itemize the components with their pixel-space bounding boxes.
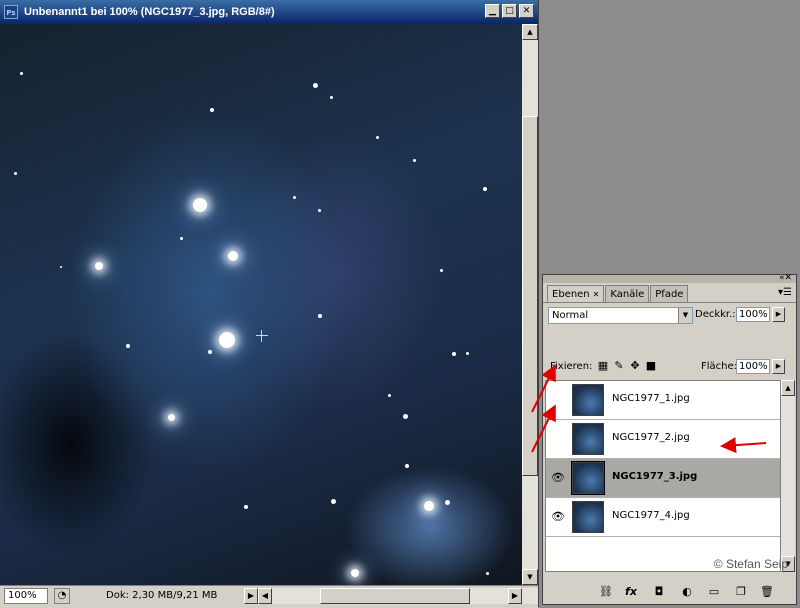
eye-icon[interactable]: 👁 [548, 469, 568, 487]
eye-icon[interactable]: 👁 [548, 508, 568, 526]
star [330, 96, 333, 99]
star [413, 159, 416, 162]
layer-thumbnail [572, 501, 604, 533]
star [293, 196, 296, 199]
minimize-button[interactable]: ▁ [485, 4, 500, 18]
document-size-info: Dok: 2,30 MB/9,21 MB [106, 590, 218, 601]
star [193, 198, 207, 212]
chevron-down-icon[interactable]: ▼ [678, 308, 692, 323]
tab-label: Ebenen [552, 289, 590, 300]
panel-grip[interactable]: «✕ [543, 273, 796, 283]
star [376, 136, 379, 139]
star [440, 269, 443, 272]
annotation-arrow [531, 404, 556, 453]
photoshop-icon: Ps [4, 5, 18, 19]
scroll-up-icon[interactable]: ▲ [522, 24, 538, 40]
blend-mode-select[interactable]: Normal ▼ [548, 307, 693, 324]
star [313, 83, 318, 88]
annotation-arrow [720, 437, 767, 454]
close-button[interactable]: ✕ [519, 4, 534, 18]
fx-icon[interactable]: fx [623, 585, 639, 598]
tab-ebenen[interactable]: Ebenen ✕ [547, 285, 605, 303]
star [405, 464, 409, 468]
tab-pfade[interactable]: Pfade [650, 285, 689, 302]
star [318, 314, 322, 318]
opacity-input[interactable]: 100% [736, 307, 770, 322]
copyright-text: © Stefan Seip [713, 557, 788, 571]
star [331, 499, 336, 504]
trash-icon[interactable]: 🗑 [759, 585, 775, 598]
layer-name: NGC1977_4.jpg [612, 510, 690, 521]
panel-menu-icon[interactable]: ▾☰ [778, 287, 792, 298]
status-bar: 100% ◔ Dok: 2,30 MB/9,21 MB ▶ ◀ ▶ [0, 585, 538, 608]
star [452, 352, 456, 356]
star [466, 352, 469, 355]
layer-name: NGC1977_3.jpg [612, 471, 698, 482]
horizontal-scroll-thumb[interactable] [320, 588, 470, 604]
vertical-scrollbar[interactable]: ▲ ▼ [522, 24, 538, 585]
document-window: Ps Unbenannt1 bei 100% (NGC1977_3.jpg, R… [0, 0, 539, 608]
title-bar[interactable]: Ps Unbenannt1 bei 100% (NGC1977_3.jpg, R… [0, 0, 538, 24]
image-canvas[interactable] [0, 24, 522, 585]
star [14, 172, 17, 175]
star [219, 332, 235, 348]
opacity-slider-icon[interactable]: ▶ [772, 307, 785, 322]
status-menu-arrow-icon[interactable]: ▶ [244, 588, 258, 604]
star [20, 72, 23, 75]
star [228, 251, 238, 261]
star [60, 266, 62, 268]
maximize-button[interactable]: □ [502, 4, 517, 18]
new-group-icon[interactable]: ▭ [706, 585, 722, 598]
zoom-level-field[interactable]: 100% [4, 588, 48, 604]
annotation-arrow [531, 364, 556, 413]
window-title: Unbenannt1 bei 100% (NGC1977_3.jpg, RGB/… [24, 6, 275, 18]
star [180, 237, 183, 240]
tab-close-icon[interactable]: ✕ [593, 287, 600, 302]
scroll-left-icon[interactable]: ◀ [258, 588, 272, 604]
star [210, 108, 214, 112]
layers-toolbar: ⛓ fx ◘ ◐ ▭ ❐ 🗑 [543, 579, 796, 603]
layer-row[interactable]: 👁 NGC1977_4.jpg [546, 498, 780, 537]
star [483, 187, 487, 191]
link-layers-icon[interactable]: ⛓ [598, 585, 614, 598]
horizontal-scrollbar[interactable]: ◀ ▶ [258, 588, 538, 604]
annotation-arrows [531, 364, 767, 454]
tab-label: Kanäle [610, 288, 645, 300]
star [318, 209, 321, 212]
star [244, 505, 248, 509]
star [445, 500, 450, 505]
star [168, 414, 175, 421]
star [486, 572, 489, 575]
star [403, 414, 408, 419]
star [388, 394, 391, 397]
panel-collapse-icon[interactable]: «✕ [779, 273, 792, 283]
star [126, 344, 130, 348]
new-layer-icon[interactable]: ❐ [733, 585, 749, 598]
star [95, 262, 103, 270]
star [424, 501, 434, 511]
tab-kanaele[interactable]: Kanäle [605, 285, 650, 302]
star [208, 350, 212, 354]
add-mask-icon[interactable]: ◘ [651, 585, 667, 598]
blend-mode-value: Normal [552, 310, 589, 321]
tab-label: Pfade [655, 288, 684, 300]
adjustment-layer-icon[interactable]: ◐ [679, 585, 695, 598]
scroll-down-icon[interactable]: ▼ [522, 569, 538, 585]
crosshair-cursor-icon [256, 330, 268, 342]
star [351, 569, 359, 577]
status-menu-icon[interactable]: ◔ [54, 588, 70, 604]
scroll-right-icon[interactable]: ▶ [508, 588, 522, 604]
opacity-label: Deckkr.: [695, 309, 736, 320]
